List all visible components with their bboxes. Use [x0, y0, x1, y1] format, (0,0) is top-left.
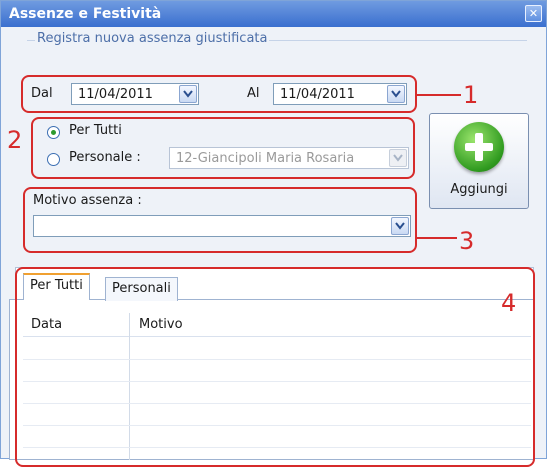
to-label: Al	[247, 86, 260, 101]
add-button[interactable]: Aggiungi	[429, 113, 529, 209]
per-tutti-radio[interactable]	[47, 126, 60, 139]
annotation-line-3	[417, 237, 457, 239]
annotation-number-1: 1	[463, 81, 479, 109]
close-icon: ✕	[528, 7, 539, 20]
chevron-down-icon[interactable]	[391, 217, 409, 235]
title-bar: Assenze e Festività ✕	[1, 1, 546, 27]
to-date-picker[interactable]: 11/04/2011	[273, 83, 407, 105]
chevron-down-icon[interactable]	[387, 85, 405, 103]
from-date-value: 11/04/2011	[78, 86, 153, 102]
chevron-down-icon[interactable]	[389, 149, 407, 167]
window-title: Assenze e Festività	[9, 6, 162, 22]
annotation-number-4: 4	[501, 289, 517, 317]
from-date-picker[interactable]: 11/04/2011	[71, 83, 199, 105]
add-button-label: Aggiungi	[450, 182, 508, 197]
personale-label: Personale :	[69, 150, 141, 165]
personale-radio[interactable]	[47, 153, 60, 166]
from-label: Dal	[31, 86, 53, 101]
plus-circle-icon	[454, 122, 504, 172]
person-select[interactable]: 12-Giancipoli Maria Rosaria	[169, 147, 409, 169]
group-legend: Registra nuova assenza giustificata	[35, 31, 270, 46]
dialog-window: Assenze e Festività ✕ Registra nuova ass…	[0, 0, 547, 467]
to-date-value: 11/04/2011	[280, 86, 355, 102]
close-button[interactable]: ✕	[525, 5, 542, 22]
annotation-box-4	[15, 267, 535, 467]
reason-label: Motivo assenza :	[33, 193, 142, 208]
annotation-number-3: 3	[459, 227, 475, 255]
person-select-value: 12-Giancipoli Maria Rosaria	[176, 150, 355, 166]
reason-select[interactable]	[33, 215, 411, 237]
annotation-line-1	[417, 94, 461, 96]
per-tutti-label: Per Tutti	[69, 123, 122, 138]
chevron-down-icon[interactable]	[179, 85, 197, 103]
annotation-number-2: 2	[7, 126, 23, 154]
